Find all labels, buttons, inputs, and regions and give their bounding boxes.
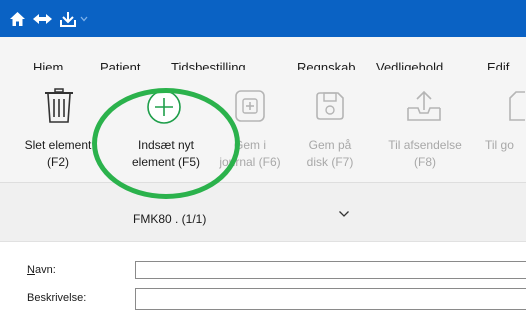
chevron-down-icon[interactable]: [338, 208, 350, 222]
save-journal-icon: [234, 89, 266, 126]
delete-element-button[interactable]: Slet element (F2): [20, 137, 96, 171]
delete-element-shortcut: (F2): [47, 155, 69, 169]
send-outbox-label: Til afsendelse: [388, 138, 462, 152]
trash-icon: [42, 88, 76, 127]
save-journal-shortcut: journal (F6): [219, 155, 281, 169]
save-disk-label: Gem på: [308, 138, 352, 152]
document-icon: [508, 90, 526, 125]
dropdown-arrow-icon[interactable]: [79, 9, 89, 29]
name-input[interactable]: [135, 261, 526, 279]
description-label: Beskrivelse:: [27, 292, 87, 304]
title-bar: [0, 0, 526, 37]
record-selector[interactable]: FMK80 . (1/1): [133, 212, 206, 226]
insert-element-shortcut: element (F5): [131, 155, 201, 169]
send-outbox-button[interactable]: Til afsendelse (F8): [377, 137, 473, 171]
name-label-text: Navn:: [27, 264, 56, 276]
save-journal-button[interactable]: Gem i journal (F6): [209, 137, 291, 171]
name-label: Navn:: [27, 264, 56, 276]
customize-icon[interactable]: [58, 9, 78, 29]
send-go-label: Til go: [485, 138, 514, 152]
insert-element-button[interactable]: Indsæt nyt element (F5): [121, 137, 211, 171]
delete-element-label: Slet element: [24, 138, 92, 152]
record-selector-bar: [0, 183, 526, 242]
save-disk-shortcut: disk (F7): [306, 155, 354, 169]
save-disk-icon: [314, 90, 346, 125]
send-outbox-icon: [406, 90, 442, 125]
insert-element-label: Indsæt nyt: [137, 138, 195, 152]
home-icon[interactable]: [7, 9, 27, 29]
save-journal-label: Gem i: [233, 138, 266, 152]
menu-bar: [0, 37, 526, 70]
send-go-button[interactable]: Til go: [485, 137, 526, 154]
send-outbox-shortcut: (F8): [414, 155, 436, 169]
nav-arrows-icon[interactable]: [31, 9, 53, 29]
add-circle-icon: [146, 89, 182, 128]
save-disk-button[interactable]: Gem på disk (F7): [292, 137, 368, 171]
